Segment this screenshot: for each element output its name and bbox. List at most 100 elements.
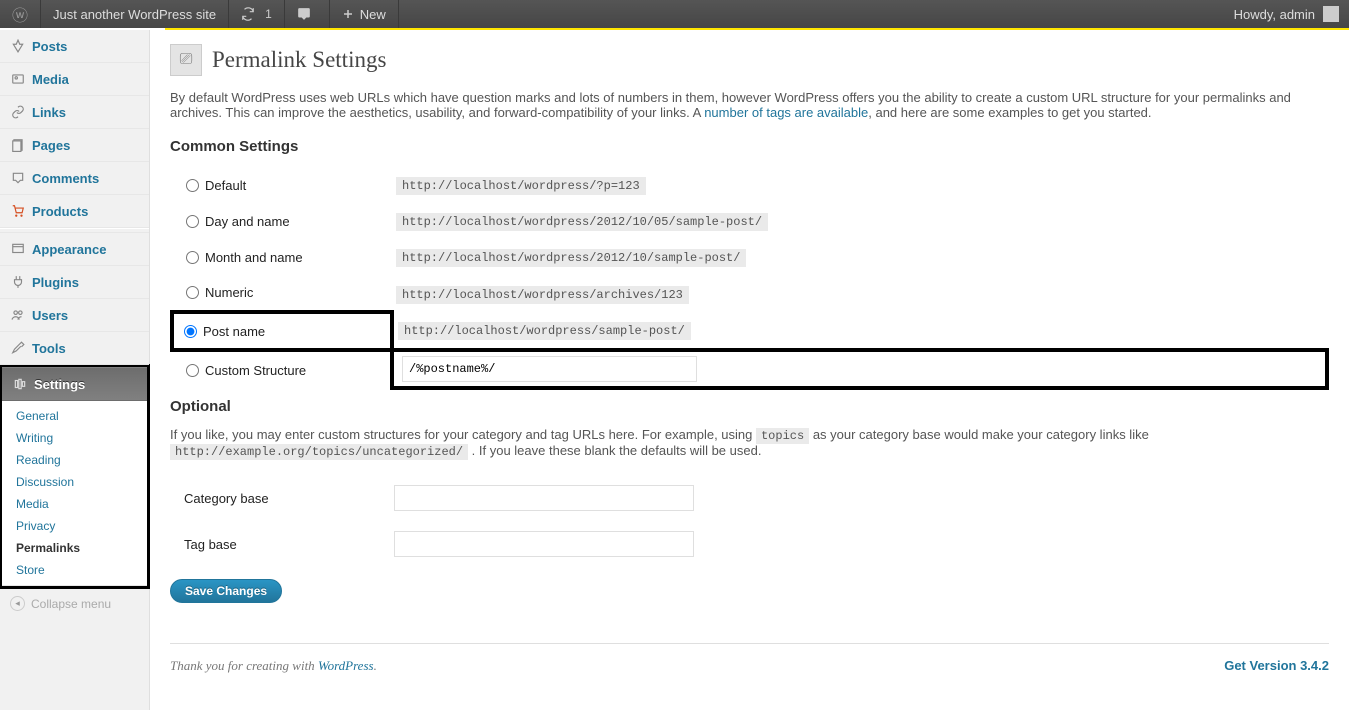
- sidebar-label: Pages: [32, 138, 70, 153]
- submenu-general[interactable]: General: [2, 405, 147, 427]
- wp-logo-menu[interactable]: ⓦ: [0, 0, 41, 28]
- sidebar-item-appearance[interactable]: Appearance: [0, 233, 149, 266]
- users-icon: [10, 307, 26, 323]
- sidebar-label: Users: [32, 308, 68, 323]
- plugin-icon: [10, 274, 26, 290]
- submenu-store[interactable]: Store: [2, 559, 147, 581]
- account-menu[interactable]: Howdy, admin: [1224, 0, 1349, 28]
- optional-description: If you like, you may enter custom struct…: [170, 427, 1329, 459]
- option-row-numeric: Numeric http://localhost/wordpress/archi…: [172, 275, 1327, 312]
- sidebar-label: Links: [32, 105, 66, 120]
- example-url-numeric: http://localhost/wordpress/archives/123: [396, 286, 689, 304]
- sidebar-item-products[interactable]: Products: [0, 195, 149, 228]
- option-dayname[interactable]: Day and name: [186, 214, 382, 229]
- radio-dayname[interactable]: [186, 215, 199, 228]
- footer-thankyou: Thank you for creating with WordPress.: [170, 658, 377, 674]
- sidebar-label: Media: [32, 72, 69, 87]
- category-base-row: Category base: [170, 475, 1329, 521]
- intro-paragraph: By default WordPress uses web URLs which…: [170, 90, 1329, 120]
- option-row-custom: Custom Structure: [172, 350, 1327, 388]
- optional-text-3: . If you leave these blank the defaults …: [468, 443, 761, 458]
- submenu-writing[interactable]: Writing: [2, 427, 147, 449]
- optional-heading: Optional: [170, 398, 1329, 415]
- submenu-discussion[interactable]: Discussion: [2, 471, 147, 493]
- settings-annotation-highlight: Settings General Writing Reading Discuss…: [0, 364, 150, 589]
- submenu-media[interactable]: Media: [2, 493, 147, 515]
- radio-postname[interactable]: [184, 325, 197, 338]
- sidebar-item-settings[interactable]: Settings: [2, 367, 147, 401]
- intro-suffix: , and here are some examples to get you …: [868, 105, 1151, 120]
- sidebar-item-plugins[interactable]: Plugins: [0, 266, 149, 299]
- save-changes-button[interactable]: Save Changes: [170, 579, 282, 603]
- main-content: ⎚ Permalink Settings By default WordPres…: [150, 30, 1349, 710]
- new-label: New: [360, 7, 386, 22]
- permalink-options-table: Default http://localhost/wordpress/?p=12…: [170, 167, 1329, 390]
- option-label: Numeric: [205, 285, 253, 300]
- submenu-privacy[interactable]: Privacy: [2, 515, 147, 537]
- radio-monthname[interactable]: [186, 251, 199, 264]
- sidebar-item-links[interactable]: Links: [0, 96, 149, 129]
- option-label: Default: [205, 178, 246, 193]
- example-url-default: http://localhost/wordpress/?p=123: [396, 177, 646, 195]
- option-numeric[interactable]: Numeric: [186, 285, 382, 300]
- refresh-icon: [241, 7, 255, 21]
- collapse-arrow-icon: ◂: [10, 596, 25, 611]
- sidebar-item-comments[interactable]: Comments: [0, 162, 149, 195]
- admin-footer: Thank you for creating with WordPress. G…: [170, 643, 1329, 674]
- sidebar-label: Products: [32, 204, 88, 219]
- tags-available-link[interactable]: number of tags are available: [704, 105, 868, 120]
- radio-numeric[interactable]: [186, 286, 199, 299]
- page-title: Permalink Settings: [212, 47, 386, 73]
- media-icon: [10, 71, 26, 87]
- sidebar-item-posts[interactable]: Posts: [0, 30, 149, 63]
- sidebar-label: Comments: [32, 171, 99, 186]
- sidebar-item-pages[interactable]: Pages: [0, 129, 149, 162]
- wordpress-logo-icon: ⓦ: [12, 2, 28, 26]
- submenu-reading[interactable]: Reading: [2, 449, 147, 471]
- sidebar-label: Posts: [32, 39, 67, 54]
- sidebar-item-media[interactable]: Media: [0, 63, 149, 96]
- option-label: Day and name: [205, 214, 290, 229]
- get-version-link[interactable]: Get Version 3.4.2: [1224, 658, 1329, 673]
- sidebar-label: Tools: [32, 341, 66, 356]
- admin-sidebar: Posts Media Links Pages: [0, 30, 150, 710]
- site-title-link[interactable]: Just another WordPress site: [41, 0, 229, 28]
- sidebar-label: Settings: [34, 377, 85, 392]
- option-monthname[interactable]: Month and name: [186, 250, 382, 265]
- sidebar-label: Plugins: [32, 275, 79, 290]
- common-settings-heading: Common Settings: [170, 138, 1329, 155]
- wordpress-link[interactable]: WordPress: [318, 658, 374, 673]
- category-base-input[interactable]: [394, 485, 694, 511]
- option-row-default: Default http://localhost/wordpress/?p=12…: [172, 167, 1327, 203]
- site-title-text: Just another WordPress site: [53, 7, 216, 22]
- submenu-permalinks[interactable]: Permalinks: [2, 537, 147, 559]
- option-row-dayname: Day and name http://localhost/wordpress/…: [172, 203, 1327, 239]
- option-row-postname: Post name http://localhost/wordpress/sam…: [172, 312, 1327, 350]
- settings-submenu: General Writing Reading Discussion Media…: [2, 401, 147, 586]
- thankyou-prefix: Thank you for creating with: [170, 658, 318, 673]
- tag-base-row: Tag base: [170, 521, 1329, 567]
- collapse-menu-button[interactable]: ◂ Collapse menu: [0, 588, 149, 619]
- sidebar-label: Appearance: [32, 242, 106, 257]
- option-postname[interactable]: Post name: [184, 324, 382, 339]
- refresh-button[interactable]: 1: [229, 0, 285, 28]
- tag-base-label: Tag base: [170, 521, 390, 567]
- example-url-code: http://example.org/topics/uncategorized/: [170, 444, 468, 460]
- cart-icon: [10, 203, 26, 219]
- radio-custom[interactable]: [186, 364, 199, 377]
- option-custom[interactable]: Custom Structure: [186, 363, 380, 378]
- radio-default[interactable]: [186, 179, 199, 192]
- sidebar-item-tools[interactable]: Tools: [0, 332, 149, 365]
- comments-button[interactable]: [285, 0, 330, 28]
- option-default[interactable]: Default: [186, 178, 382, 193]
- comment-icon: [10, 170, 26, 186]
- custom-structure-input[interactable]: [402, 356, 697, 382]
- sidebar-item-users[interactable]: Users: [0, 299, 149, 332]
- option-label: Post name: [203, 324, 265, 339]
- tag-base-input[interactable]: [394, 531, 694, 557]
- admin-toolbar: ⓦ Just another WordPress site 1 New Howd…: [0, 0, 1349, 28]
- optional-text-2: as your category base would make your ca…: [809, 427, 1149, 442]
- option-label: Custom Structure: [205, 363, 306, 378]
- new-content-button[interactable]: New: [330, 0, 399, 28]
- optional-table: Category base Tag base: [170, 475, 1329, 567]
